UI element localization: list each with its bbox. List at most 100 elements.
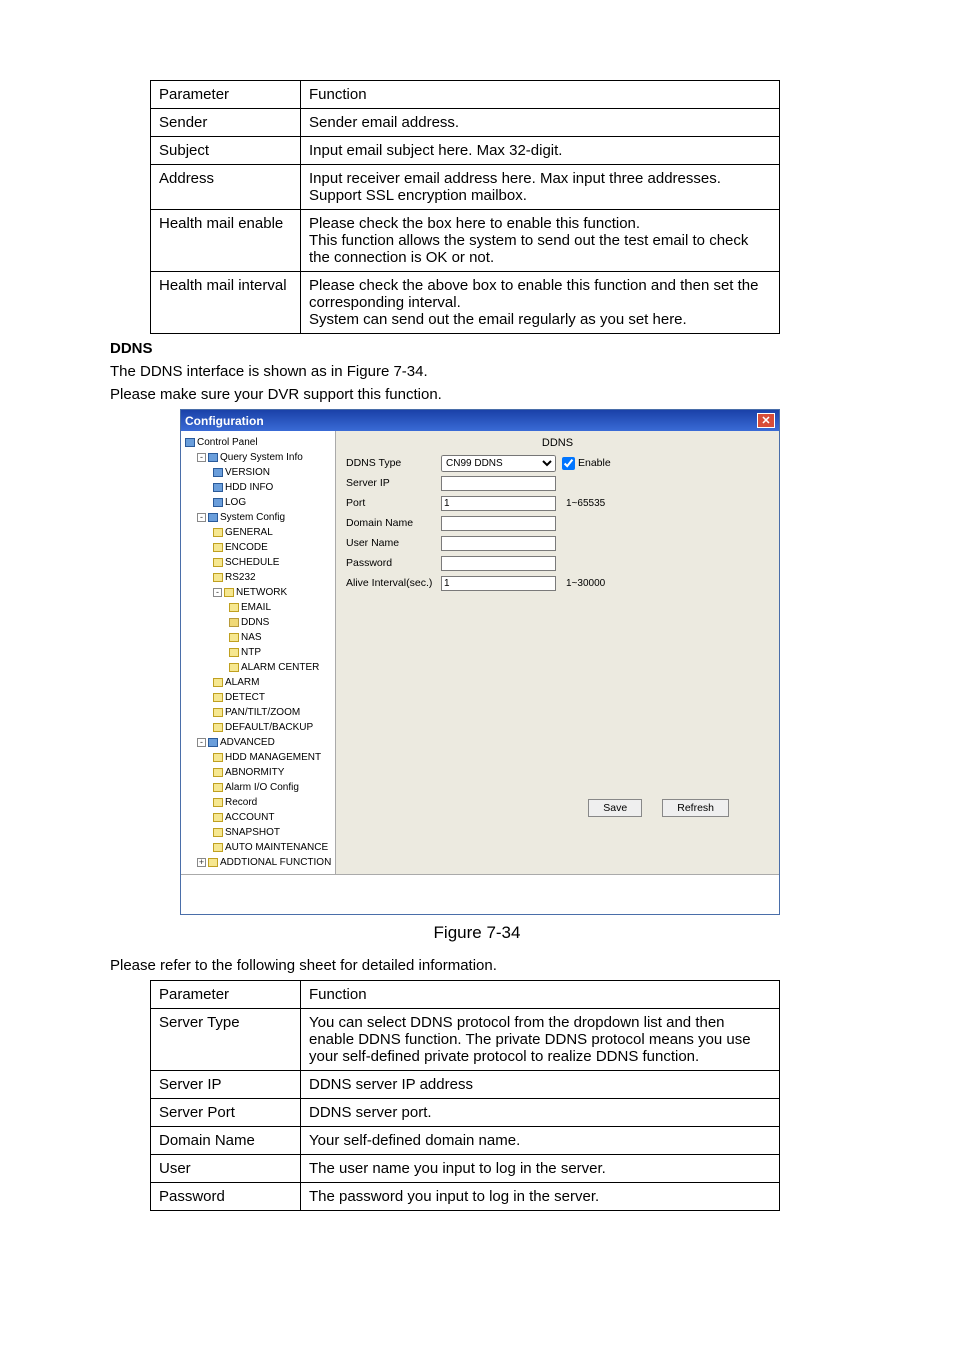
collapse-icon[interactable]: - — [197, 513, 206, 522]
password-input[interactable] — [441, 556, 556, 571]
titlebar: Configuration ✕ — [181, 410, 779, 431]
table-cell: Subject — [151, 137, 301, 165]
alive-label: Alive Interval(sec.) — [346, 577, 441, 589]
folder-icon — [229, 648, 239, 657]
table-cell: Password — [151, 1183, 301, 1211]
folder-icon — [229, 633, 239, 642]
doc-icon — [213, 468, 223, 477]
table-cell: Health mail interval — [151, 272, 301, 334]
tree-item[interactable]: HDD INFO — [183, 480, 333, 495]
tree-item[interactable]: -System Config — [183, 510, 333, 525]
tree-item[interactable]: AUTO MAINTENANCE — [183, 840, 333, 855]
table-cell: Input email subject here. Max 32-digit. — [301, 137, 780, 165]
server-ip-label: Server IP — [346, 477, 441, 489]
folder-icon — [213, 753, 223, 762]
ddns-type-select[interactable]: CN99 DDNS — [441, 455, 556, 472]
folder-icon — [208, 453, 218, 462]
collapse-icon[interactable]: - — [213, 588, 222, 597]
gear-icon — [208, 738, 218, 747]
table-header: Parameter — [151, 981, 301, 1009]
tree-item[interactable]: PAN/TILT/ZOOM — [183, 705, 333, 720]
table-header: Parameter — [151, 81, 301, 109]
tree-item[interactable]: ENCODE — [183, 540, 333, 555]
table-cell: Input receiver email address here. Max i… — [301, 165, 780, 210]
ddns-parameter-table: Parameter Function Server TypeYou can se… — [150, 980, 780, 1211]
table-cell: Server Port — [151, 1099, 301, 1127]
tree-item[interactable]: NAS — [183, 630, 333, 645]
server-ip-input[interactable] — [441, 476, 556, 491]
tree-item[interactable]: ABNORMITY — [183, 765, 333, 780]
table-cell: DDNS server port. — [301, 1099, 780, 1127]
alive-input[interactable] — [441, 576, 556, 591]
folder-icon — [229, 603, 239, 612]
folder-icon — [213, 783, 223, 792]
table-cell: Sender email address. — [301, 109, 780, 137]
refresh-button[interactable]: Refresh — [662, 799, 729, 817]
figure-caption: Figure 7-34 — [110, 923, 844, 943]
table-cell: The password you input to log in the ser… — [301, 1183, 780, 1211]
enable-label: Enable — [578, 457, 611, 469]
tree-item[interactable]: ALARM — [183, 675, 333, 690]
tree-item[interactable]: Alarm I/O Config — [183, 780, 333, 795]
tree-item[interactable]: +ADDTIONAL FUNCTION — [183, 855, 333, 870]
table-header: Function — [301, 981, 780, 1009]
table-cell: Server Type — [151, 1009, 301, 1071]
table-cell: Address — [151, 165, 301, 210]
table-cell: You can select DDNS protocol from the dr… — [301, 1009, 780, 1071]
collapse-icon[interactable]: - — [197, 738, 206, 747]
table-cell: Please check the box here to enable this… — [301, 210, 780, 272]
tree-item[interactable]: -Query System Info — [183, 450, 333, 465]
tree-item[interactable]: LOG — [183, 495, 333, 510]
folder-icon — [213, 798, 223, 807]
tree-item[interactable]: DEFAULT/BACKUP — [183, 720, 333, 735]
tree-root[interactable]: Control Panel — [183, 435, 333, 450]
table-cell: Health mail enable — [151, 210, 301, 272]
tree-item-selected[interactable]: DDNS — [183, 615, 333, 630]
panel-icon — [185, 438, 195, 447]
table-cell: DDNS server IP address — [301, 1071, 780, 1099]
tree-item[interactable]: EMAIL — [183, 600, 333, 615]
tree-item[interactable]: RS232 — [183, 570, 333, 585]
tree-item[interactable]: DETECT — [183, 690, 333, 705]
ddns-form: DDNS DDNS Type CN99 DDNS Enable Server I… — [336, 431, 779, 874]
domain-label: Domain Name — [346, 517, 441, 529]
ddns-desc-line: Please make sure your DVR support this f… — [110, 386, 844, 403]
table-cell: Please check the above box to enable thi… — [301, 272, 780, 334]
folder-icon — [224, 588, 234, 597]
user-input[interactable] — [441, 536, 556, 551]
tree-item[interactable]: -ADVANCED — [183, 735, 333, 750]
tree-item[interactable]: HDD MANAGEMENT — [183, 750, 333, 765]
doc-icon — [213, 483, 223, 492]
save-button[interactable]: Save — [588, 799, 642, 817]
folder-icon — [213, 528, 223, 537]
folder-icon — [208, 513, 218, 522]
collapse-icon[interactable]: - — [197, 453, 206, 462]
close-icon[interactable]: ✕ — [757, 413, 775, 428]
tree-item[interactable]: GENERAL — [183, 525, 333, 540]
tree-item[interactable]: VERSION — [183, 465, 333, 480]
folder-icon — [213, 708, 223, 717]
folder-icon — [213, 573, 223, 582]
folder-icon — [213, 678, 223, 687]
tree-item[interactable]: ALARM CENTER — [183, 660, 333, 675]
configuration-window: Configuration ✕ Control Panel -Query Sys… — [180, 409, 780, 915]
tree-item[interactable]: Record — [183, 795, 333, 810]
tree-item[interactable]: NTP — [183, 645, 333, 660]
tree-item[interactable]: SCHEDULE — [183, 555, 333, 570]
table-cell: Your self-defined domain name. — [301, 1127, 780, 1155]
table-header: Function — [301, 81, 780, 109]
window-title: Configuration — [185, 414, 264, 428]
folder-icon — [213, 768, 223, 777]
tree-item[interactable]: -NETWORK — [183, 585, 333, 600]
table-cell: Server IP — [151, 1071, 301, 1099]
domain-input[interactable] — [441, 516, 556, 531]
tree-item[interactable]: SNAPSHOT — [183, 825, 333, 840]
folder-icon — [208, 858, 218, 867]
folder-icon — [213, 843, 223, 852]
table-cell: User — [151, 1155, 301, 1183]
tree-item[interactable]: ACCOUNT — [183, 810, 333, 825]
folder-icon — [213, 558, 223, 567]
port-input[interactable] — [441, 496, 556, 511]
enable-checkbox[interactable] — [562, 457, 575, 470]
expand-icon[interactable]: + — [197, 858, 206, 867]
